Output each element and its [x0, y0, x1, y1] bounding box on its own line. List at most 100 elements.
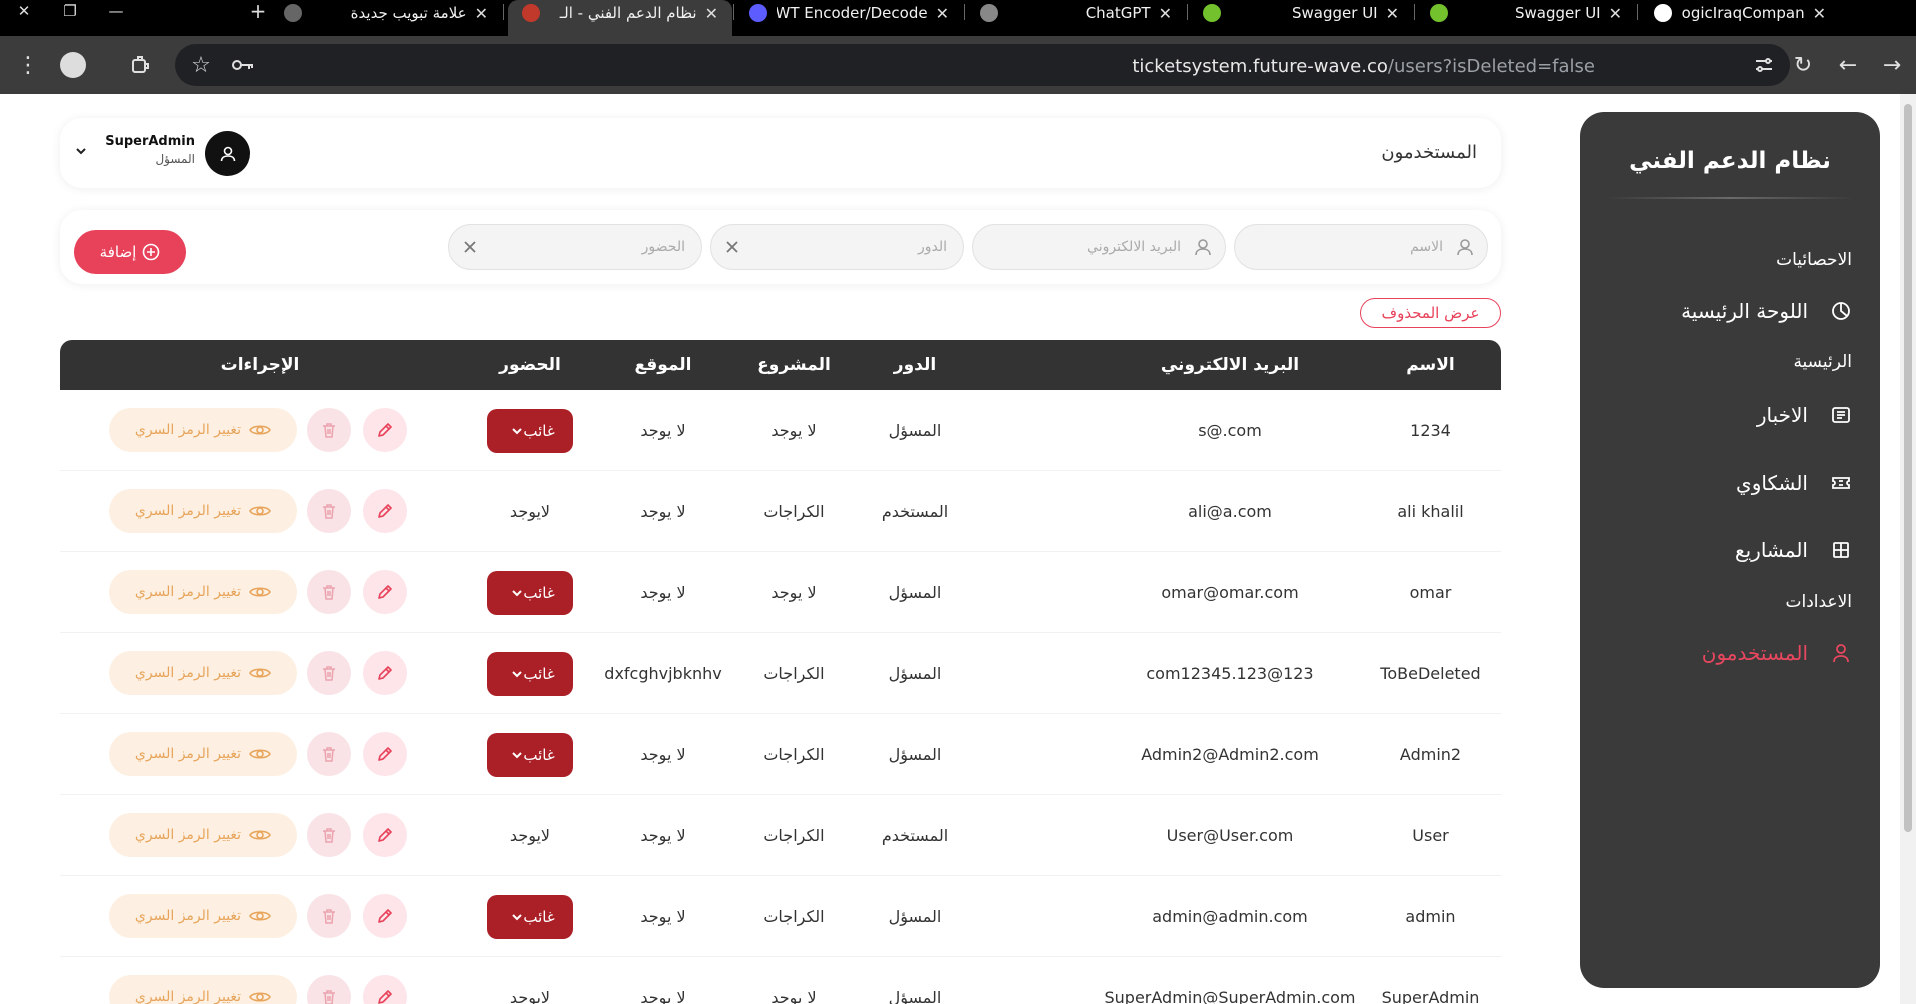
- change-password-button[interactable]: تغيير الرمز السري: [109, 732, 297, 776]
- edit-user-button[interactable]: [363, 570, 407, 614]
- browser-tab[interactable]: ✕ نظام الدعم الفني - الـ: [508, 0, 732, 36]
- name-filter-input[interactable]: [1253, 235, 1443, 259]
- window-close-icon[interactable]: ✕: [4, 0, 44, 22]
- cell-role: المسؤل: [888, 988, 942, 1004]
- sidebar-item-complaints[interactable]: الشكاوي: [1736, 466, 1852, 500]
- delete-user-button[interactable]: [307, 570, 351, 614]
- tab-close-icon[interactable]: ✕: [705, 4, 718, 23]
- browser-tab[interactable]: ✕ ChatGPT: [966, 0, 1186, 36]
- browser-tab[interactable]: ✕ Swagger UI: [1189, 0, 1413, 36]
- delete-user-button[interactable]: [307, 894, 351, 938]
- reload-icon[interactable]: ↻: [1785, 36, 1821, 94]
- edit-user-button[interactable]: [363, 894, 407, 938]
- delete-user-button[interactable]: [307, 651, 351, 695]
- delete-user-button[interactable]: [307, 813, 351, 857]
- menu-dots-icon[interactable]: ⋮: [10, 36, 46, 94]
- eye-icon: [249, 425, 272, 435]
- attendance-filter-input[interactable]: [485, 235, 685, 259]
- attendance-status-dropdown[interactable]: غائب: [487, 732, 573, 777]
- email-filter-input[interactable]: [991, 235, 1181, 259]
- chevron-down-icon[interactable]: [74, 144, 88, 158]
- edit-user-button[interactable]: [363, 408, 407, 452]
- site-settings-icon[interactable]: [1746, 36, 1782, 94]
- change-password-button[interactable]: تغيير الرمز السري: [109, 489, 297, 533]
- tab-close-icon[interactable]: ✕: [936, 4, 949, 23]
- attendance-filter: [448, 224, 702, 270]
- cell-name: Admin2: [1399, 745, 1462, 764]
- role-filter-input[interactable]: [747, 235, 947, 259]
- clear-attendance-icon[interactable]: [459, 236, 481, 258]
- window-minimize-icon[interactable]: —: [96, 0, 136, 22]
- tab-separator: [503, 4, 504, 20]
- cell-role: المستخدم: [881, 826, 949, 845]
- edit-user-button[interactable]: [363, 651, 407, 695]
- trash-icon: [323, 585, 335, 600]
- browser-tab[interactable]: ✕ TheLogicIraqCompan: [1640, 0, 1840, 36]
- back-arrow-icon[interactable]: ←: [1830, 36, 1866, 94]
- role-filter: [710, 224, 964, 270]
- sidebar-item-label: المستخدمون: [1701, 641, 1808, 665]
- url-text[interactable]: ticketsystem.future-wave.co/users?isDele…: [1132, 56, 1595, 77]
- edit-user-button[interactable]: [363, 732, 407, 776]
- edit-user-button[interactable]: [363, 489, 407, 533]
- tab-close-icon[interactable]: ✕: [1386, 4, 1399, 23]
- browser-tab[interactable]: ✕ علامة تبويب جديدة: [270, 0, 502, 36]
- user-avatar-icon: [220, 146, 235, 161]
- cell-project: الكراجات: [763, 745, 825, 764]
- eye-icon: [249, 830, 272, 840]
- page-scrollbar-thumb[interactable]: [1904, 104, 1912, 832]
- edit-user-button[interactable]: [363, 813, 407, 857]
- sidebar-item-projects[interactable]: المشاريع: [1735, 533, 1852, 567]
- attendance-status-label: غائب: [523, 583, 555, 602]
- change-password-button[interactable]: تغيير الرمز السري: [109, 651, 297, 695]
- attendance-status-dropdown[interactable]: غائب: [487, 651, 573, 696]
- sidebar-item-users[interactable]: المستخدمون: [1702, 636, 1852, 670]
- change-password-button[interactable]: تغيير الرمز السري: [109, 408, 297, 452]
- bookmark-star-icon[interactable]: ☆: [183, 36, 219, 94]
- cell-name: ToBeDeleted: [1380, 664, 1481, 683]
- delete-user-button[interactable]: [307, 732, 351, 776]
- cell-email: omar@omar.com: [1161, 583, 1299, 602]
- delete-user-button[interactable]: [307, 408, 351, 452]
- cell-project: لا يوجد: [771, 583, 817, 602]
- delete-user-button[interactable]: [307, 489, 351, 533]
- tab-separator: [1187, 4, 1188, 20]
- attendance-status-label: غائب: [523, 421, 555, 440]
- window-restore-icon[interactable]: ❐: [50, 0, 90, 22]
- table-row: admin admin@admin.com المسؤل الكراجات لا يوج…: [60, 876, 1501, 957]
- edit-user-button[interactable]: [363, 975, 407, 1004]
- attendance-status-dropdown[interactable]: غائب: [487, 408, 573, 453]
- tab-close-icon[interactable]: ✕: [475, 4, 488, 23]
- change-password-button[interactable]: تغيير الرمز السري: [109, 894, 297, 938]
- delete-user-button[interactable]: [307, 975, 351, 1004]
- tab-close-icon[interactable]: ✕: [1609, 4, 1622, 23]
- show-deleted-button[interactable]: عرض المحذوف: [1360, 298, 1501, 328]
- address-bar[interactable]: ☆ ticketsystem.future-wave.co/users?isDe…: [175, 44, 1790, 86]
- profile-avatar-icon[interactable]: [55, 36, 91, 94]
- sidebar-item-news[interactable]: الاخبار: [1757, 398, 1852, 432]
- clear-role-icon[interactable]: [721, 236, 743, 258]
- attendance-status-dropdown[interactable]: غائب: [487, 894, 573, 939]
- avatar[interactable]: [205, 131, 250, 176]
- forward-arrow-icon[interactable]: →: [1874, 36, 1910, 94]
- change-password-button[interactable]: تغيير الرمز السري: [109, 813, 297, 857]
- page-scrollbar[interactable]: [1900, 94, 1916, 1004]
- github-icon: [1654, 4, 1672, 22]
- trash-icon: [323, 990, 335, 1004]
- cell-name: 1234: [1410, 421, 1451, 440]
- browser-tab[interactable]: ✕ JWT Encoder/Decode: [735, 0, 963, 36]
- table-header: الاسم البريد الالكتروني الدور المشروع ال…: [60, 340, 1501, 390]
- password-key-icon[interactable]: [225, 36, 261, 94]
- change-password-label: تغيير الرمز السري: [134, 989, 242, 1004]
- tab-close-icon[interactable]: ✕: [1813, 4, 1826, 23]
- cell-location: لا يوجد: [640, 907, 686, 926]
- change-password-button[interactable]: تغيير الرمز السري: [109, 570, 297, 614]
- extensions-icon[interactable]: [122, 36, 158, 94]
- attendance-status-dropdown[interactable]: غائب: [487, 570, 573, 615]
- browser-tab[interactable]: ✕ Swagger UI: [1416, 0, 1636, 36]
- change-password-button[interactable]: تغيير الرمز السري: [109, 975, 297, 1004]
- newspaper-icon: [1830, 404, 1852, 426]
- tab-close-icon[interactable]: ✕: [1159, 4, 1172, 23]
- sidebar-item-dashboard[interactable]: اللوحة الرئيسية: [1681, 294, 1852, 328]
- add-user-button[interactable]: إضافة: [74, 230, 186, 274]
